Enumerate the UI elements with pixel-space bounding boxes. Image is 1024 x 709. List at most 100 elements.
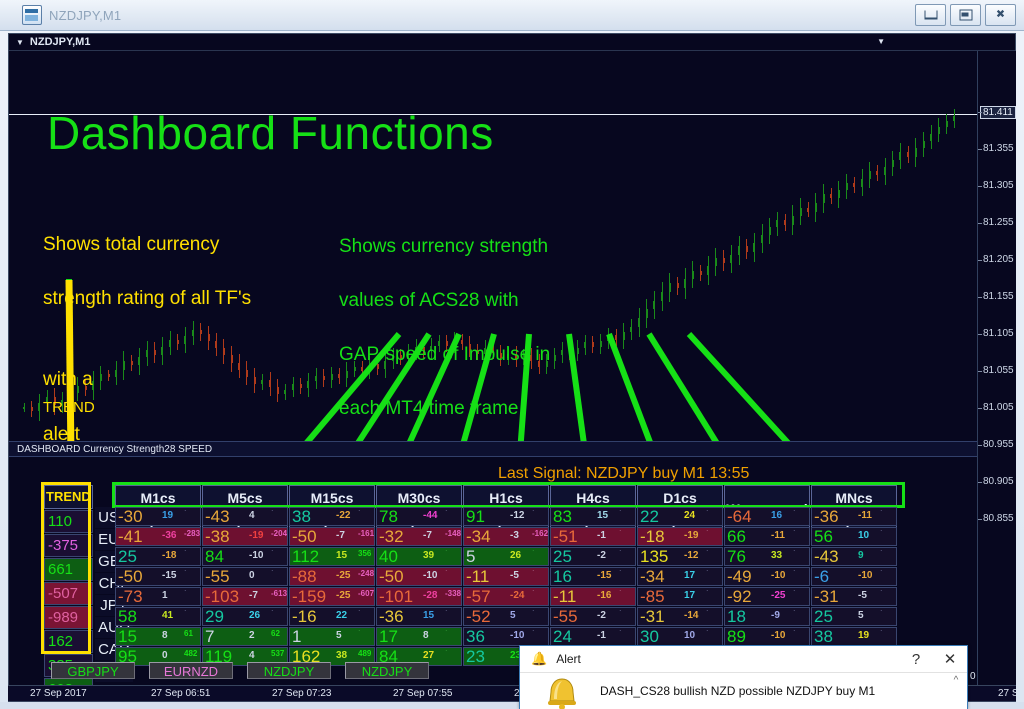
strength-value-cell[interactable]: -34 17 ˙ bbox=[637, 567, 723, 586]
speed-gap-value: -10 bbox=[858, 570, 873, 581]
strength-value-cell[interactable]: 5 26 ˙ bbox=[463, 547, 549, 566]
chevron-down-icon[interactable]: ▼ bbox=[16, 38, 24, 47]
strength-value-cell[interactable]: 89 -10 ˙ bbox=[724, 627, 810, 646]
strength-value-cell[interactable]: -36 -11 ˙ bbox=[811, 507, 897, 526]
alert-dialog[interactable]: 🔔 Alert ? ✕ DASH_CS28 bullish NZD possib… bbox=[519, 645, 968, 709]
speed-gap-value: -5 bbox=[510, 570, 519, 581]
strength-value-cell[interactable]: 16 -15 ˙ bbox=[550, 567, 636, 586]
strength-value-cell[interactable]: 84 -10 ˙ bbox=[202, 547, 288, 566]
strength-value: 38 bbox=[814, 627, 833, 646]
strength-value-cell[interactable]: 38 -22 ˙ bbox=[289, 507, 375, 526]
strength-value-cell[interactable]: 18 -9 ˙ bbox=[724, 607, 810, 626]
impulse-total-value: -204 bbox=[271, 529, 288, 538]
strength-value-cell[interactable]: -57 -24 ˙ bbox=[463, 587, 549, 606]
strength-value-cell[interactable]: 7 2 62 bbox=[202, 627, 288, 646]
strength-value-cell[interactable]: -43 4 ˙ bbox=[202, 507, 288, 526]
pair-button[interactable]: NZDJPY bbox=[247, 662, 331, 679]
strength-value-cell[interactable]: -49 -10 ˙ bbox=[724, 567, 810, 586]
strength-value-cell[interactable]: -16 22 ˙ bbox=[289, 607, 375, 626]
strength-value-cell[interactable]: 112 15 356 bbox=[289, 547, 375, 566]
minimize-button[interactable] bbox=[915, 4, 946, 26]
strength-value-cell[interactable]: 66 -11 ˙ bbox=[724, 527, 810, 546]
strength-value-cell[interactable]: -11 -16 ˙ bbox=[550, 587, 636, 606]
strength-value-cell[interactable]: 22 24 ˙ bbox=[637, 507, 723, 526]
strength-value-cell[interactable]: 24 -1 ˙ bbox=[550, 627, 636, 646]
strength-value-cell[interactable]: -18 -19 ˙ bbox=[637, 527, 723, 546]
strength-value-cell[interactable]: 78 -44 ˙ bbox=[376, 507, 462, 526]
strength-value: -16 bbox=[292, 607, 317, 626]
speed-gap-value: 10 bbox=[858, 530, 870, 541]
strength-value-cell[interactable]: 58 41 ˙ bbox=[115, 607, 201, 626]
strength-value-cell[interactable]: 40 39 ˙ bbox=[376, 547, 462, 566]
strength-value-cell[interactable]: -55 -2 ˙ bbox=[550, 607, 636, 626]
strength-value-cell[interactable]: -103 -7 -613 bbox=[202, 587, 288, 606]
alert-scroll-up-icon[interactable]: ^ bbox=[949, 675, 963, 707]
pair-button[interactable]: GBPJPY bbox=[51, 662, 135, 679]
candle-body bbox=[830, 194, 833, 199]
strength-value-cell[interactable]: -41 -36 -283 bbox=[115, 527, 201, 546]
candle-body bbox=[30, 407, 33, 412]
price-tick-mark bbox=[978, 186, 982, 187]
strength-value-cell[interactable]: -32 -7 -148 bbox=[376, 527, 462, 546]
candle-body bbox=[707, 266, 710, 275]
strength-value-cell[interactable]: 56 10 ˙ bbox=[811, 527, 897, 546]
strength-value-cell[interactable]: -50 -10 ˙ bbox=[376, 567, 462, 586]
speed-gap-value: -15 bbox=[162, 570, 177, 581]
candle-body bbox=[953, 115, 956, 122]
strength-value-cell[interactable]: 25 -18 ˙ bbox=[115, 547, 201, 566]
alert-close-button[interactable]: ✕ bbox=[933, 646, 967, 672]
strength-value-cell[interactable]: 17 8 ˙ bbox=[376, 627, 462, 646]
impulse-total-value: ˙ bbox=[532, 549, 535, 558]
strength-value-cell[interactable]: 15 8 61 bbox=[115, 627, 201, 646]
speed-gap-value: -5 bbox=[858, 590, 867, 601]
strength-value-cell[interactable]: -50 -7 -161 bbox=[289, 527, 375, 546]
strength-value-cell[interactable]: -52 5 ˙ bbox=[463, 607, 549, 626]
strength-value-cell[interactable]: 25 5 ˙ bbox=[811, 607, 897, 626]
strength-value-cell[interactable]: 38 19 ˙ bbox=[811, 627, 897, 646]
strength-value-cell[interactable]: 30 10 ˙ bbox=[637, 627, 723, 646]
strength-value-cell[interactable]: 135 -12 ˙ bbox=[637, 547, 723, 566]
strength-value-cell[interactable]: -31 -14 ˙ bbox=[637, 607, 723, 626]
pair-button[interactable]: EURNZD bbox=[149, 662, 233, 679]
strength-value-cell[interactable]: -38 -19 -204 bbox=[202, 527, 288, 546]
candle-body bbox=[937, 126, 940, 134]
strength-value-cell[interactable]: 29 26 ˙ bbox=[202, 607, 288, 626]
candle-body bbox=[676, 283, 679, 289]
chart-collapse-icon[interactable]: ▼ bbox=[877, 37, 885, 46]
strength-value: -159 bbox=[292, 587, 327, 606]
restore-button[interactable] bbox=[950, 4, 981, 26]
strength-value-cell[interactable]: -73 1 ˙ bbox=[115, 587, 201, 606]
candle-body bbox=[899, 152, 902, 160]
impulse-total-value: ˙ bbox=[706, 509, 709, 518]
strength-value-cell[interactable]: -50 -15 ˙ bbox=[115, 567, 201, 586]
strength-value-cell[interactable]: -43 9 ˙ bbox=[811, 547, 897, 566]
candlestick bbox=[884, 157, 887, 185]
strength-value-cell[interactable]: -88 -25 -248 bbox=[289, 567, 375, 586]
close-button[interactable]: ✖ bbox=[985, 4, 1016, 26]
strength-value-cell[interactable]: -64 16 ˙ bbox=[724, 507, 810, 526]
speed-gap-value: 4 bbox=[249, 510, 255, 521]
alert-help-button[interactable]: ? bbox=[899, 646, 933, 672]
strength-value-cell[interactable]: -51 -1 ˙ bbox=[550, 527, 636, 546]
strength-value-cell[interactable]: 1 5 ˙ bbox=[289, 627, 375, 646]
strength-value-cell[interactable]: 36 -10 ˙ bbox=[463, 627, 549, 646]
strength-value-cell[interactable]: -31 -5 ˙ bbox=[811, 587, 897, 606]
strength-value-cell[interactable]: -36 15 ˙ bbox=[376, 607, 462, 626]
strength-value-cell[interactable]: -11 -5 ˙ bbox=[463, 567, 549, 586]
strength-value-cell[interactable]: 83 15 ˙ bbox=[550, 507, 636, 526]
strength-value-cell[interactable]: 25 -2 ˙ bbox=[550, 547, 636, 566]
strength-value-cell[interactable]: -34 -3 -162 bbox=[463, 527, 549, 546]
strength-value-cell[interactable]: 91 -12 ˙ bbox=[463, 507, 549, 526]
pair-button[interactable]: NZDJPY bbox=[345, 662, 429, 679]
strength-value-cell[interactable]: 76 33 ˙ bbox=[724, 547, 810, 566]
strength-value-cell[interactable]: -30 19 ˙ bbox=[115, 507, 201, 526]
impulse-total-value: ˙ bbox=[880, 629, 883, 638]
strength-value-cell[interactable]: -55 0 ˙ bbox=[202, 567, 288, 586]
mt4-application-window: NZDJPY,M1 ✖ ▼ NZDJPY,M1 ▼ 81.411 81.355 8… bbox=[0, 0, 1024, 709]
strength-value-cell[interactable]: -85 17 ˙ bbox=[637, 587, 723, 606]
strength-value-cell[interactable]: -159 -25 -607 bbox=[289, 587, 375, 606]
strength-value-cell[interactable]: -6 -10 ˙ bbox=[811, 567, 897, 586]
strength-value-cell[interactable]: -92 -25 ˙ bbox=[724, 587, 810, 606]
price-axis[interactable]: 81.411 81.355 81.305 81.255 81.205 81.155 81.… bbox=[977, 51, 1016, 706]
strength-value-cell[interactable]: -101 -28 -338 bbox=[376, 587, 462, 606]
